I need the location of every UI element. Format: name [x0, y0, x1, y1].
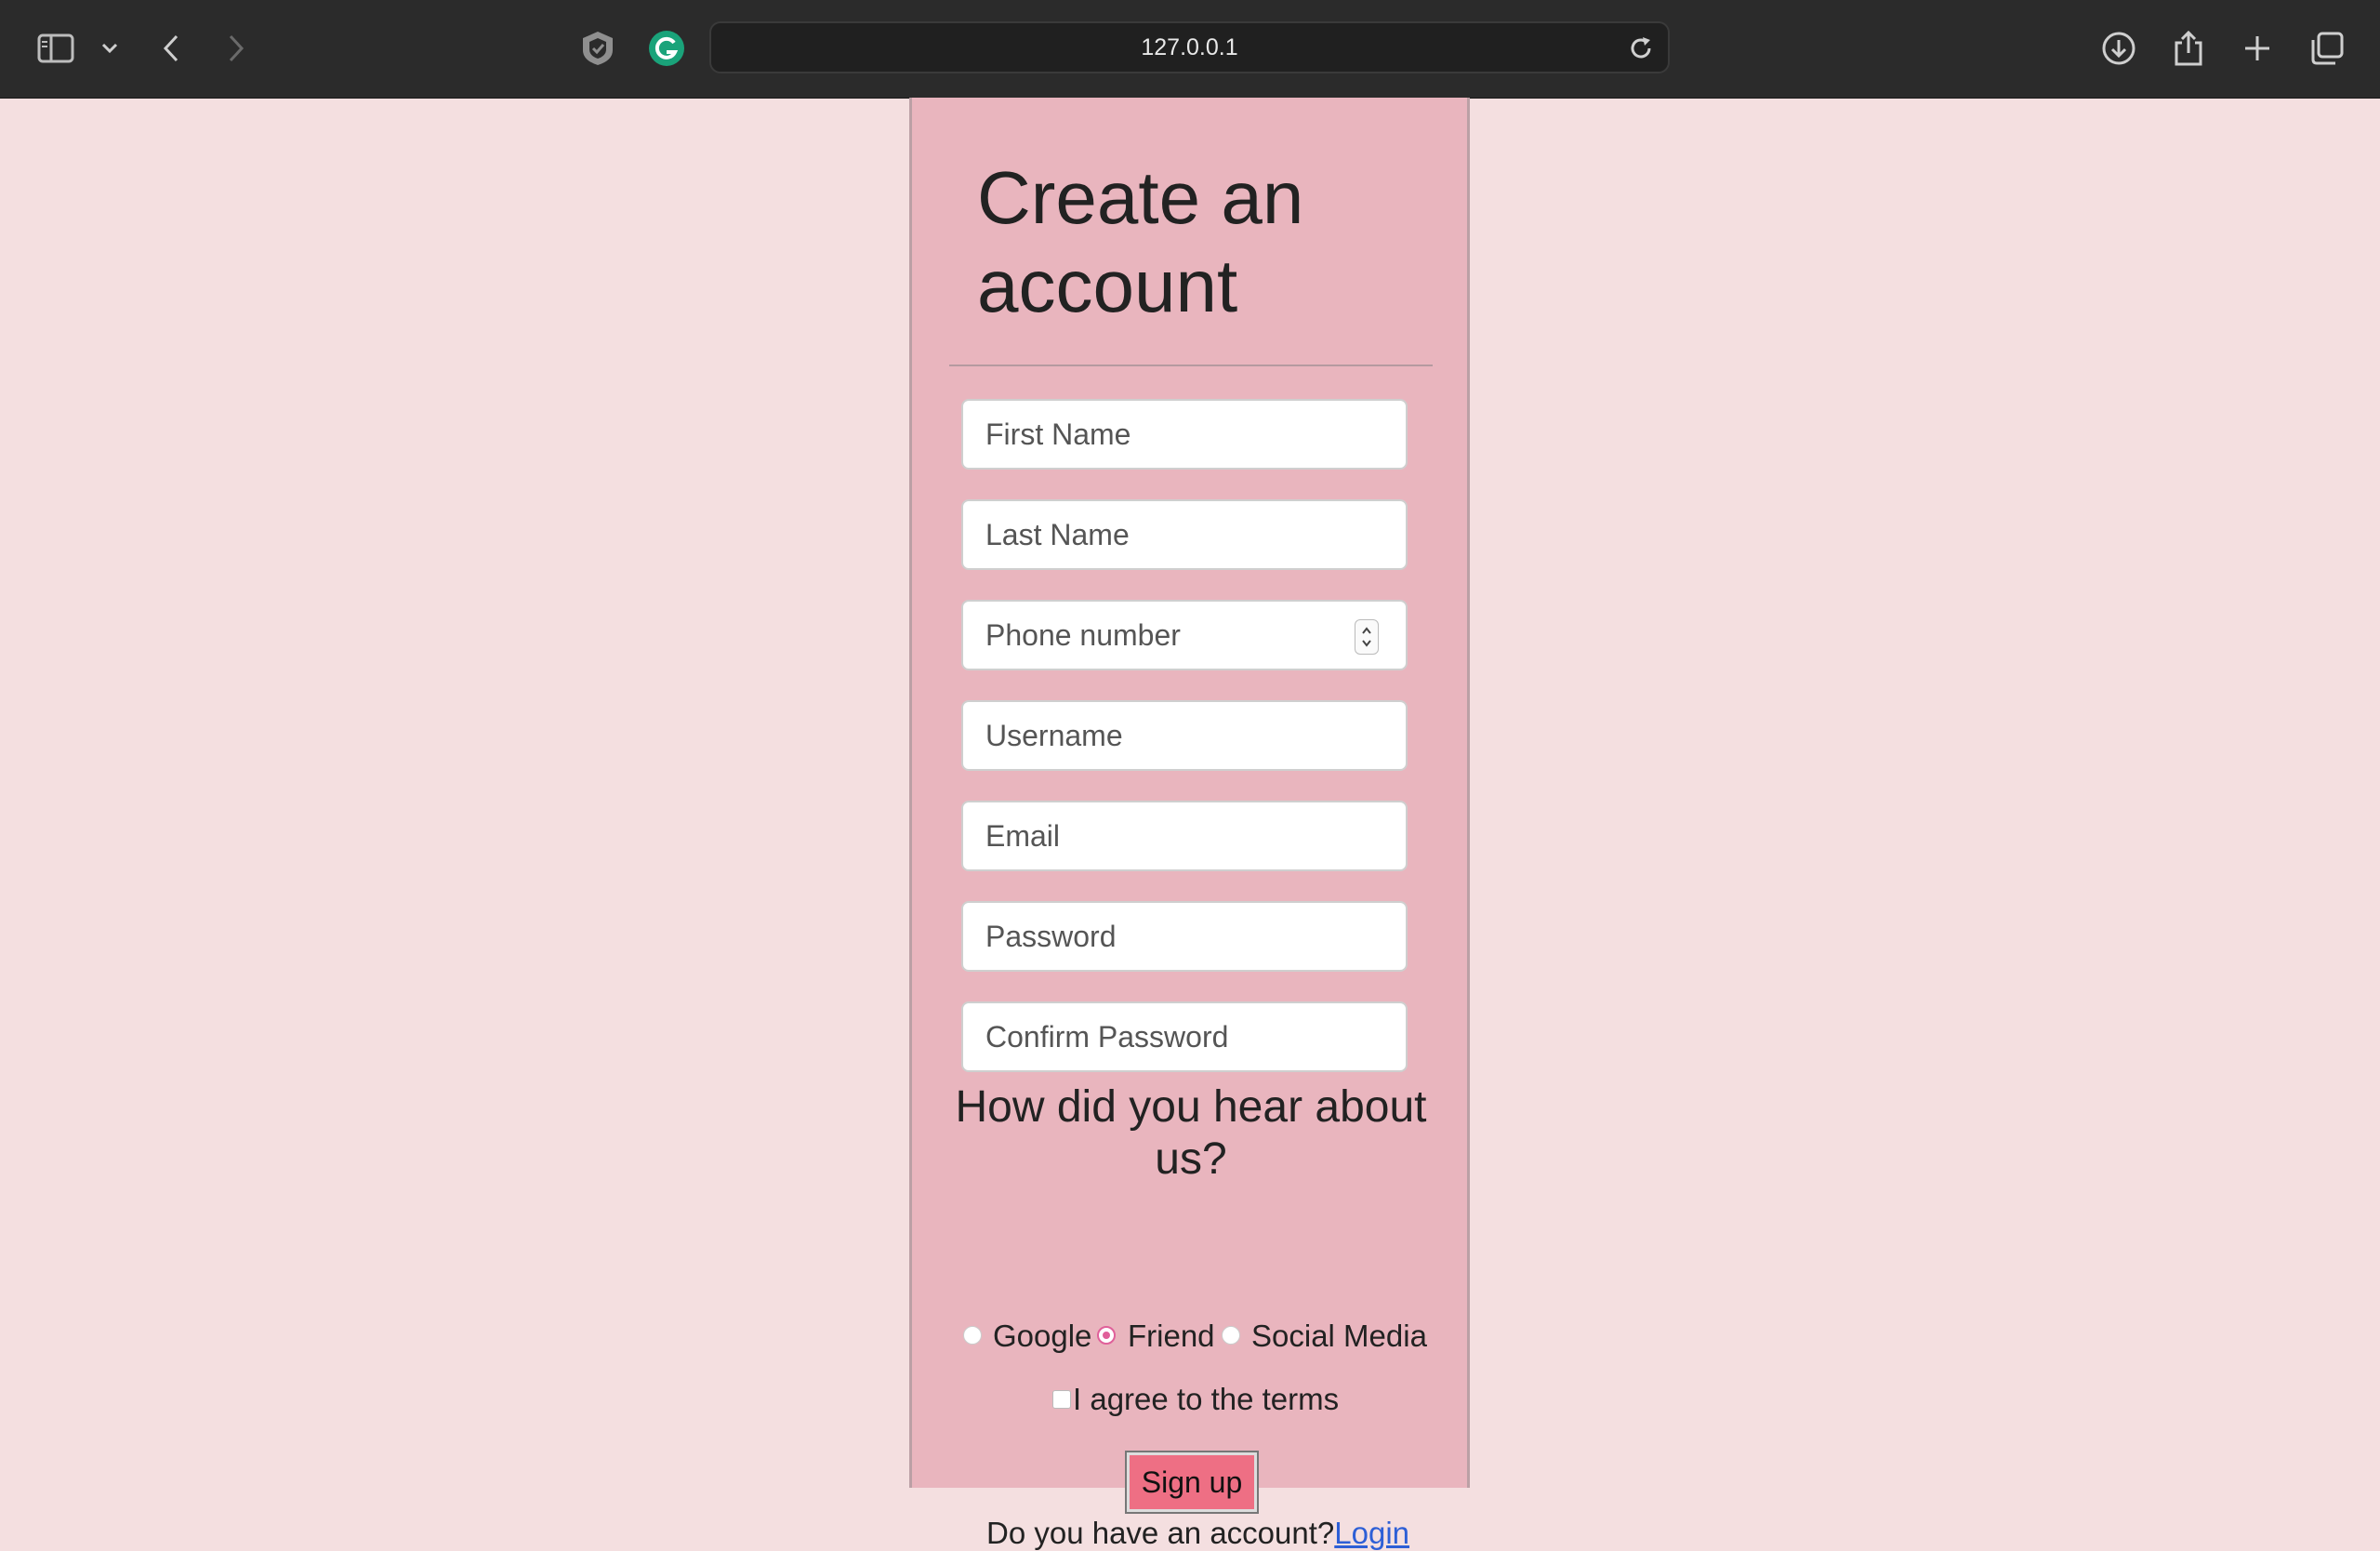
email-field[interactable] — [961, 801, 1408, 871]
signup-card: Create an account How did you hear about… — [909, 98, 1470, 1550]
login-prompt: Do you have an account?Login — [986, 1516, 1414, 1551]
url-text: 127.0.0.1 — [1141, 33, 1238, 60]
grammarly-icon[interactable] — [646, 28, 687, 69]
login-link[interactable]: Login — [1334, 1516, 1409, 1550]
first-name-field[interactable] — [961, 399, 1408, 470]
sidebar-toggle-icon[interactable] — [35, 28, 76, 69]
shield-icon[interactable] — [577, 28, 618, 69]
tab-overview-icon[interactable] — [2307, 28, 2347, 69]
back-icon[interactable] — [151, 28, 192, 69]
new-tab-icon[interactable] — [2237, 28, 2278, 69]
login-prompt-text: Do you have an account? — [986, 1516, 1335, 1550]
download-icon[interactable] — [2098, 28, 2139, 69]
radio-google[interactable] — [963, 1326, 982, 1345]
terms-checkbox[interactable] — [1052, 1390, 1071, 1409]
radio-social-media[interactable] — [1222, 1326, 1240, 1345]
phone-number-field[interactable] — [961, 600, 1408, 670]
phone-stepper[interactable] — [1355, 619, 1379, 655]
page-title: Create an account — [977, 156, 1304, 327]
address-bar[interactable]: 127.0.0.1 — [709, 21, 1670, 73]
signup-button[interactable]: Sign up — [1125, 1451, 1259, 1514]
referral-question: How did you hear about us? — [955, 1082, 1427, 1184]
radio-friend[interactable] — [1097, 1326, 1116, 1345]
terms-label[interactable]: I agree to the terms — [1073, 1382, 1339, 1417]
chevron-down-icon[interactable] — [89, 28, 130, 69]
radio-label-friend[interactable]: Friend — [1128, 1319, 1215, 1354]
reload-icon[interactable] — [1627, 34, 1655, 62]
forward-icon[interactable] — [216, 28, 257, 69]
title-divider — [949, 365, 1433, 366]
browser-toolbar: 127.0.0.1 — [0, 0, 2380, 99]
password-field[interactable] — [961, 901, 1408, 972]
share-icon[interactable] — [2168, 28, 2209, 69]
radio-label-social-media[interactable]: Social Media — [1251, 1319, 1427, 1354]
username-field[interactable] — [961, 700, 1408, 771]
confirm-password-field[interactable] — [961, 1001, 1408, 1072]
radio-label-google[interactable]: Google — [993, 1319, 1091, 1354]
last-name-field[interactable] — [961, 499, 1408, 570]
